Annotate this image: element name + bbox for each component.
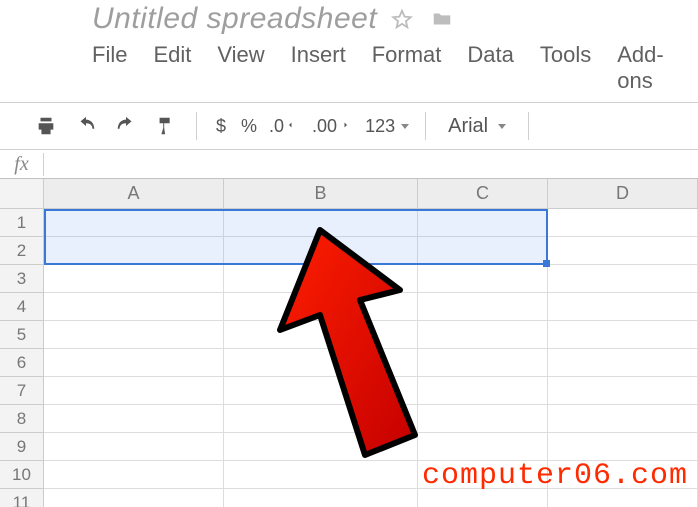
decrease-decimal-label: .0 [269, 116, 284, 137]
currency-button[interactable]: $ [207, 111, 235, 141]
cell[interactable] [548, 405, 698, 433]
cell[interactable] [548, 237, 698, 265]
cell[interactable] [44, 377, 224, 405]
menu-bar: File Edit View Insert Format Data Tools … [0, 36, 698, 102]
cell[interactable] [44, 209, 224, 237]
cell[interactable] [548, 377, 698, 405]
menu-tools[interactable]: Tools [540, 42, 591, 94]
toolbar-divider [425, 112, 426, 140]
watermark-text: computer06.com [422, 459, 688, 493]
menu-addons[interactable]: Add-ons [617, 42, 698, 94]
menu-view[interactable]: View [217, 42, 264, 94]
cell[interactable] [418, 209, 548, 237]
star-icon[interactable] [391, 8, 413, 30]
cell[interactable] [224, 405, 418, 433]
cell[interactable] [44, 489, 224, 507]
cell[interactable] [44, 433, 224, 461]
cell[interactable] [44, 265, 224, 293]
menu-insert[interactable]: Insert [291, 42, 346, 94]
column-header[interactable]: D [548, 179, 698, 209]
row-header[interactable]: 8 [0, 405, 44, 433]
cell[interactable] [418, 377, 548, 405]
cell[interactable] [224, 293, 418, 321]
cell[interactable] [224, 209, 418, 237]
cell[interactable] [418, 265, 548, 293]
select-all-corner[interactable] [0, 179, 44, 209]
cell[interactable] [44, 237, 224, 265]
cell[interactable] [418, 405, 548, 433]
column-header-row: A B C D [0, 179, 698, 209]
cell[interactable] [44, 349, 224, 377]
cell[interactable] [548, 209, 698, 237]
row-header[interactable]: 10 [0, 461, 44, 489]
document-title[interactable]: Untitled spreadsheet [92, 2, 377, 36]
toolbar-divider [196, 112, 197, 140]
cell[interactable] [224, 349, 418, 377]
increase-decimal-label: .00 [312, 116, 337, 137]
more-formats-button[interactable]: 123 [359, 111, 415, 141]
cell[interactable] [548, 321, 698, 349]
row-header[interactable]: 11 [0, 489, 44, 507]
cell[interactable] [418, 237, 548, 265]
cell[interactable] [44, 321, 224, 349]
formula-bar: fx [0, 149, 698, 179]
column-header[interactable]: A [44, 179, 224, 209]
cell[interactable] [418, 321, 548, 349]
redo-icon[interactable] [106, 111, 146, 141]
menu-format[interactable]: Format [372, 42, 442, 94]
font-family-dropdown[interactable]: Arial [436, 111, 518, 141]
column-header[interactable]: C [418, 179, 548, 209]
undo-icon[interactable] [66, 111, 106, 141]
menu-edit[interactable]: Edit [153, 42, 191, 94]
cell[interactable] [418, 349, 548, 377]
menu-file[interactable]: File [92, 42, 127, 94]
cell[interactable] [418, 293, 548, 321]
cell[interactable] [548, 265, 698, 293]
cell[interactable] [548, 293, 698, 321]
cell[interactable] [224, 377, 418, 405]
cell[interactable] [224, 265, 418, 293]
percent-button[interactable]: % [235, 111, 263, 141]
cell[interactable] [44, 405, 224, 433]
row-header[interactable]: 1 [0, 209, 44, 237]
cell[interactable] [224, 237, 418, 265]
toolbar: $ % .0 .00 123 Arial [0, 103, 698, 149]
row-header[interactable]: 9 [0, 433, 44, 461]
menu-data[interactable]: Data [467, 42, 513, 94]
decrease-decimal-button[interactable]: .0 [263, 111, 306, 141]
cell[interactable] [224, 489, 418, 507]
cell[interactable] [418, 433, 548, 461]
row-header[interactable]: 2 [0, 237, 44, 265]
fx-icon: fx [0, 153, 44, 176]
row-header[interactable]: 5 [0, 321, 44, 349]
column-header[interactable]: B [224, 179, 418, 209]
cell[interactable] [44, 461, 224, 489]
paint-format-icon[interactable] [146, 111, 186, 141]
spreadsheet-grid[interactable]: A B C D 1 2 3 4 5 6 7 8 9 10 11 [0, 179, 698, 507]
cell[interactable] [224, 433, 418, 461]
cell[interactable] [44, 293, 224, 321]
print-icon[interactable] [26, 111, 66, 141]
formula-input[interactable] [44, 150, 698, 178]
increase-decimal-button[interactable]: .00 [306, 111, 359, 141]
row-header[interactable]: 3 [0, 265, 44, 293]
cell[interactable] [548, 349, 698, 377]
row-header[interactable]: 6 [0, 349, 44, 377]
row-header[interactable]: 7 [0, 377, 44, 405]
cell[interactable] [224, 461, 418, 489]
cell[interactable] [548, 433, 698, 461]
folder-icon[interactable] [431, 8, 453, 30]
title-bar: Untitled spreadsheet [0, 0, 698, 36]
cell[interactable] [224, 321, 418, 349]
toolbar-divider [528, 112, 529, 140]
row-header[interactable]: 4 [0, 293, 44, 321]
